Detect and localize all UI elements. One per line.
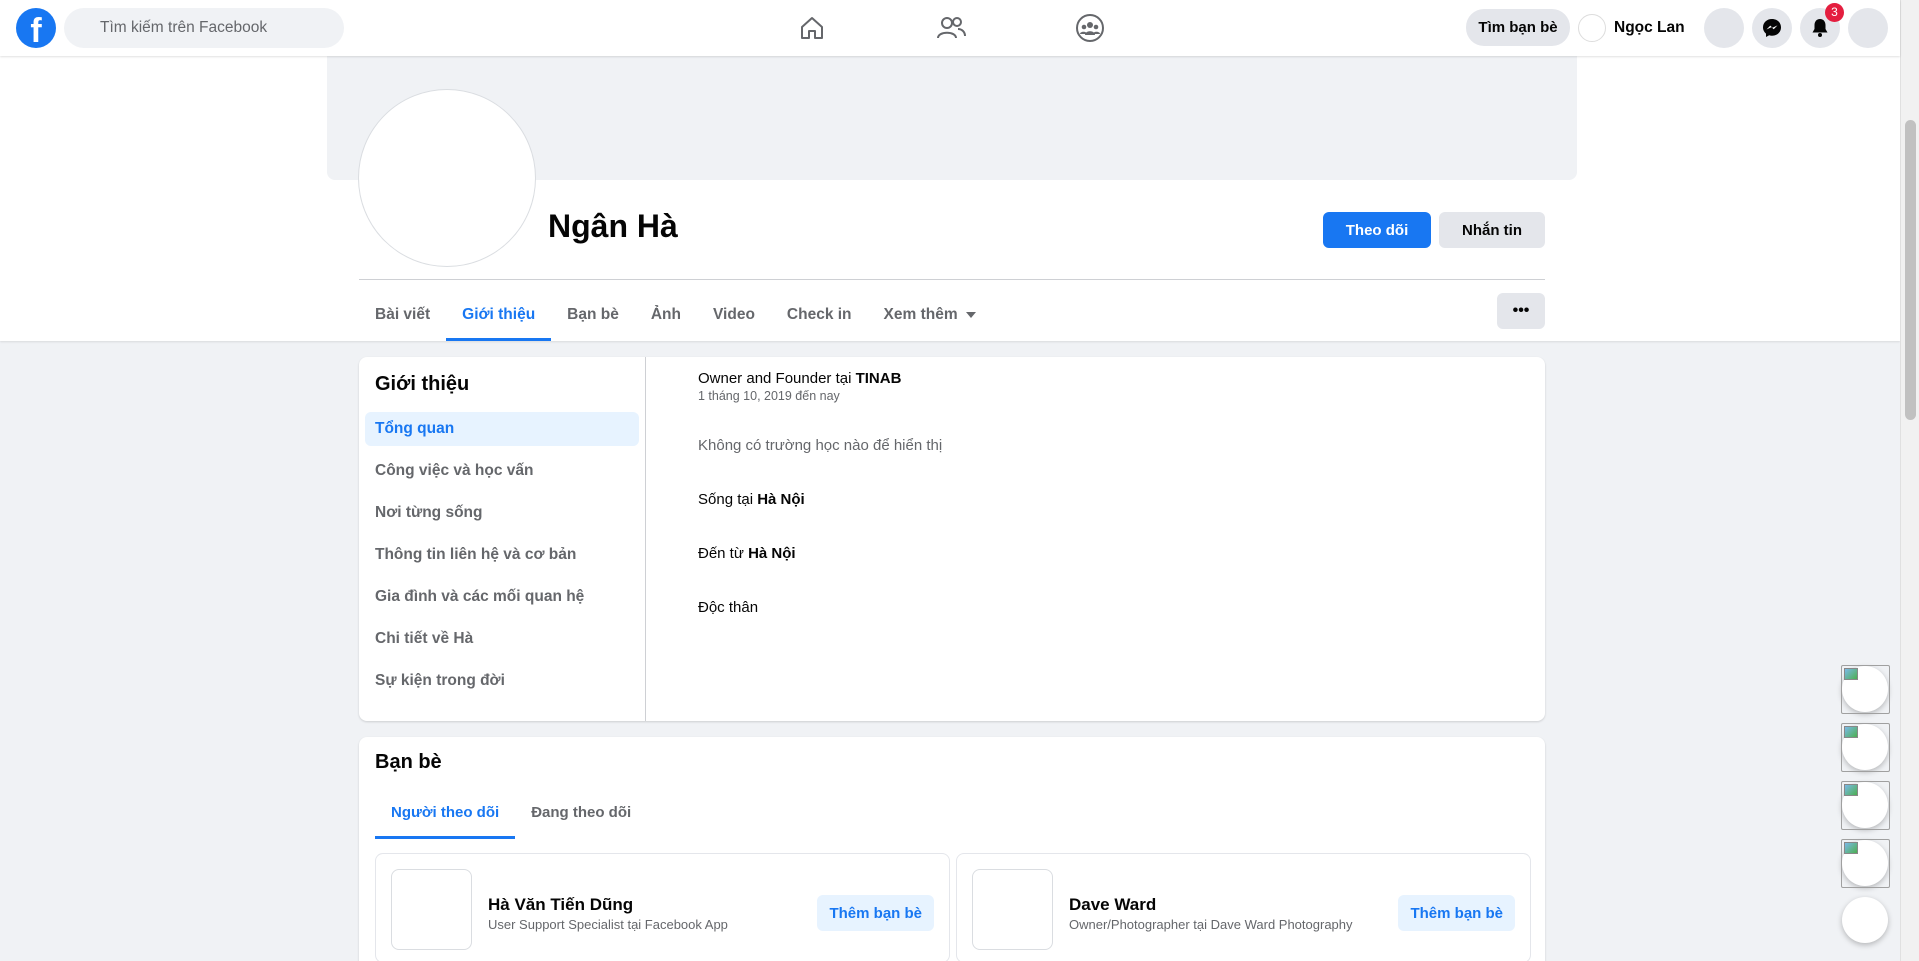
chat-contact-bubble[interactable] — [1841, 781, 1890, 830]
tab-see-more[interactable]: Xem thêm — [868, 288, 992, 341]
top-navigation-bar: f Tìm bạn bè Ngọc Lan 3 — [0, 0, 1900, 56]
current-city-info: Sống tại Hà Nội — [698, 491, 805, 508]
profile-picture[interactable] — [359, 90, 535, 266]
profile-chip[interactable]: Ngọc Lan — [1578, 9, 1685, 47]
groups-icon[interactable] — [1074, 12, 1106, 44]
relationship-info: Độc thân — [698, 599, 759, 616]
user-name: Ngọc Lan — [1614, 19, 1685, 36]
about-menu: Tổng quan Công việc và học vấn Nơi từng … — [365, 412, 639, 706]
follow-button[interactable]: Theo dõi — [1323, 212, 1431, 248]
header-divider — [359, 279, 1545, 280]
friend-item: Dave Ward Owner/Photographer tại Dave Wa… — [956, 853, 1531, 961]
search-box — [64, 8, 344, 48]
about-menu-work-education[interactable]: Công việc và học vấn — [365, 454, 639, 488]
notification-badge: 3 — [1825, 3, 1844, 22]
friend-name[interactable]: Dave Ward — [1069, 895, 1156, 915]
friend-subtitle: Owner/Photographer tại Dave Ward Photogr… — [1069, 917, 1353, 932]
friend-name[interactable]: Hà Văn Tiến Dũng — [488, 895, 633, 915]
tab-about[interactable]: Giới thiệu — [446, 288, 552, 341]
messenger-icon — [1763, 19, 1781, 37]
friends-tabs: Người theo dõi Đang theo dõi — [375, 787, 647, 839]
facebook-logo[interactable]: f — [16, 8, 56, 48]
about-menu-contact-basic[interactable]: Thông tin liên hệ và cơ bản — [365, 538, 639, 572]
current-city[interactable]: Hà Nội — [757, 491, 805, 508]
friend-photo[interactable] — [391, 869, 472, 950]
work-date: 1 tháng 10, 2019 đến nay — [698, 389, 840, 403]
tab-check-in[interactable]: Check in — [771, 288, 868, 341]
hometown-prefix: Đến từ — [698, 545, 749, 562]
about-menu-life-events[interactable]: Sự kiện trong đời — [365, 664, 639, 698]
account-button[interactable] — [1848, 8, 1888, 48]
find-friends-button[interactable]: Tìm bạn bè — [1466, 9, 1570, 46]
tab-following[interactable]: Đang theo dõi — [515, 787, 647, 837]
avatar — [1578, 14, 1606, 42]
friends-card: Bạn bè Người theo dõi Đang theo dõi Hà V… — [359, 737, 1545, 961]
education-info: Không có trường học nào để hiển thị — [698, 437, 943, 454]
about-sidebar: Giới thiệu Tổng quan Công việc và học vấ… — [359, 357, 646, 721]
tab-friends[interactable]: Bạn bè — [551, 288, 635, 341]
chat-contact-bubble[interactable] — [1841, 665, 1890, 714]
profile-name: Ngân Hà — [548, 208, 678, 244]
work-info: Owner and Founder tại TINAB 1 tháng 10, … — [698, 370, 901, 403]
new-message-bubble[interactable] — [1842, 897, 1888, 943]
friend-photo[interactable] — [972, 869, 1053, 950]
notifications-button[interactable]: 3 — [1800, 3, 1844, 48]
profile-tabs: Bài viết Giới thiệu Bạn bè Ảnh Video Che… — [359, 288, 992, 341]
hometown[interactable]: Hà Nội — [748, 545, 796, 562]
about-menu-overview[interactable]: Tổng quan — [365, 412, 639, 446]
profile-header: Ngân Hà Theo dõi Nhắn tin Bài viết Giới … — [0, 56, 1900, 341]
work-company[interactable]: TINAB — [856, 370, 902, 387]
home-icon[interactable] — [796, 12, 828, 44]
tab-video[interactable]: Video — [697, 288, 771, 341]
about-menu-details[interactable]: Chi tiết về Hà — [365, 622, 639, 656]
caret-down-icon — [965, 311, 976, 318]
add-friend-button[interactable]: Thêm bạn bè — [1398, 895, 1515, 931]
chat-contact-bubble[interactable] — [1841, 723, 1890, 772]
messenger-button[interactable] — [1752, 8, 1792, 48]
friends-icon[interactable] — [935, 12, 967, 44]
add-friend-button[interactable]: Thêm bạn bè — [817, 895, 934, 931]
friend-item: Hà Văn Tiến Dũng User Support Specialist… — [375, 853, 950, 961]
tab-posts[interactable]: Bài viết — [359, 288, 446, 341]
about-title: Giới thiệu — [375, 373, 470, 395]
work-role: Owner and Founder tại — [698, 370, 856, 387]
friend-subtitle: User Support Specialist tại Facebook App — [488, 917, 728, 932]
hometown-info: Đến từ Hà Nội — [698, 545, 796, 562]
search-input[interactable] — [64, 8, 344, 48]
scrollbar-thumb[interactable] — [1905, 120, 1916, 420]
message-button[interactable]: Nhắn tin — [1439, 212, 1545, 248]
about-overview: Owner and Founder tại TINAB 1 tháng 10, … — [698, 357, 1545, 721]
about-menu-family[interactable]: Gia đình và các mối quan hệ — [365, 580, 639, 614]
tab-photos[interactable]: Ảnh — [635, 288, 697, 341]
about-menu-places-lived[interactable]: Nơi từng sống — [365, 496, 639, 530]
page-scrollbar[interactable] — [1900, 0, 1919, 961]
current-city-prefix: Sống tại — [698, 491, 758, 508]
tab-followers[interactable]: Người theo dõi — [375, 787, 516, 839]
about-card: Giới thiệu Tổng quan Công việc và học vấ… — [359, 357, 1545, 721]
menu-button[interactable] — [1704, 8, 1744, 48]
tab-see-more-label: Xem thêm — [883, 305, 958, 323]
friends-title: Bạn bè — [375, 751, 442, 773]
more-options-button[interactable]: ••• — [1497, 293, 1545, 329]
bell-icon — [1812, 19, 1828, 37]
chat-contact-bubble[interactable] — [1841, 839, 1890, 888]
